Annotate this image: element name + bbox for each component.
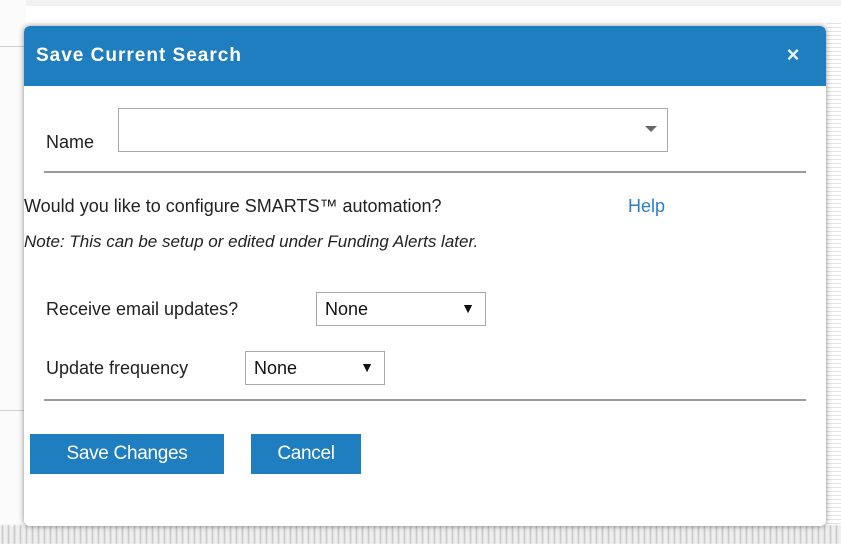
- background-right-edge: [826, 20, 841, 540]
- automation-question: Would you like to configure SMARTS™ auto…: [24, 196, 442, 216]
- cancel-button[interactable]: Cancel: [251, 434, 361, 474]
- background-bottom-strip: [0, 525, 841, 544]
- update-frequency-label: Update frequency: [46, 358, 189, 378]
- update-frequency-select[interactable]: None ▼: [245, 351, 385, 385]
- save-search-dialog: Save Current Search × Name Would you lik…: [24, 26, 826, 526]
- email-updates-value: None: [325, 299, 369, 319]
- background-left-column: [0, 0, 26, 544]
- chevron-down-icon: [645, 126, 657, 132]
- background-divider: [0, 410, 24, 411]
- close-icon[interactable]: ×: [778, 40, 808, 70]
- update-frequency-value: None: [254, 358, 298, 378]
- dialog-titlebar: Save Current Search ×: [24, 26, 826, 86]
- divider: [44, 399, 806, 401]
- name-label: Name: [46, 132, 95, 152]
- name-select[interactable]: [118, 108, 668, 152]
- email-updates-label: Receive email updates?: [46, 299, 239, 319]
- background-top-strip: [0, 0, 841, 6]
- background-divider: [0, 46, 24, 47]
- automation-note: Note: This can be setup or edited under …: [24, 232, 479, 251]
- divider: [44, 171, 806, 173]
- chevron-down-icon: ▼: [360, 359, 374, 375]
- chevron-down-icon: ▼: [461, 300, 475, 316]
- help-link[interactable]: Help: [628, 196, 665, 217]
- dialog-title: Save Current Search: [36, 45, 242, 66]
- save-changes-button[interactable]: Save Changes: [30, 434, 224, 474]
- email-updates-select[interactable]: None ▼: [316, 292, 486, 326]
